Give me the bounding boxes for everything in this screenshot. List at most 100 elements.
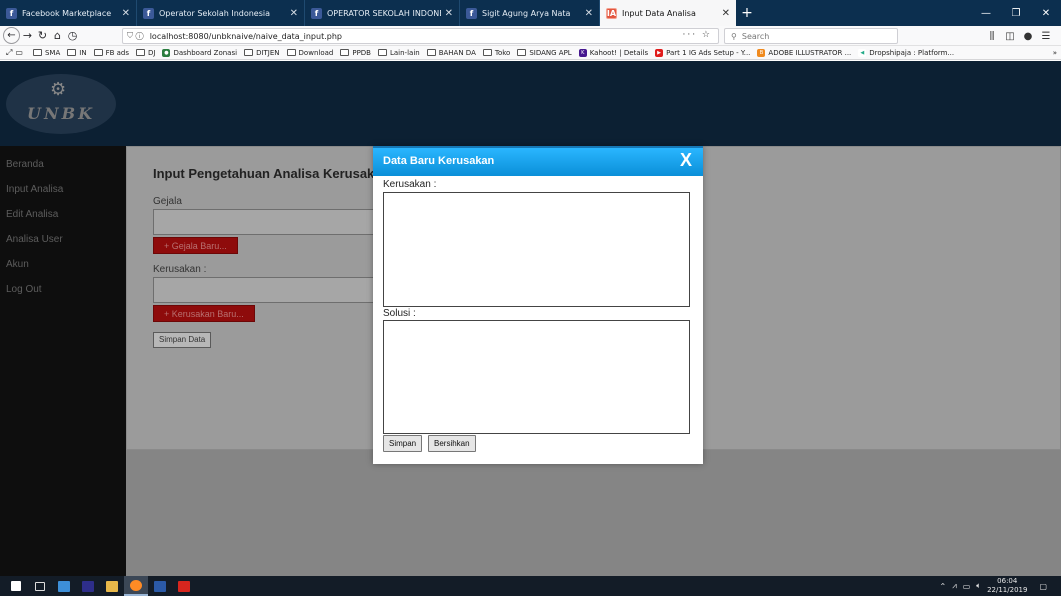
sidebar-item-input-analisa[interactable]: Input Analisa <box>0 177 126 202</box>
bookmarks-overflow-icon[interactable]: » <box>1053 49 1057 57</box>
bookmark-item[interactable]: ▶ Part 1 IG Ads Setup - Y... <box>655 48 750 57</box>
sidebar-item-log-out[interactable]: Log Out <box>0 277 126 302</box>
solusi-label: Solusi : <box>383 308 416 319</box>
browser-nav-bar: ← → ↻ ⌂ ◷ ⛉ ⓘ localhost:8080/unbknaive/n… <box>0 26 1061 46</box>
taskbar-app[interactable] <box>76 576 100 596</box>
notification-icon[interactable]: ▢ <box>1039 582 1047 591</box>
page-title: Input Pengetahuan Analisa Kerusaka <box>153 166 382 181</box>
close-tab-icon[interactable]: ✕ <box>445 8 453 19</box>
kerusakan-label: Kerusakan : <box>153 264 207 275</box>
folder-icon <box>67 49 77 56</box>
sidebar-item-akun[interactable]: Akun <box>0 252 126 277</box>
bookmark-item[interactable]: Toko <box>482 49 510 57</box>
app-icon <box>58 580 70 592</box>
minimize-icon[interactable]: — <box>971 8 1001 19</box>
close-dialog-button[interactable]: X <box>680 150 692 171</box>
folder-icon <box>244 49 254 56</box>
extension-icon[interactable]: ● <box>1019 31 1037 42</box>
save-button[interactable]: Simpan <box>383 435 423 452</box>
tab-operator-sekolah[interactable]: f Operator Sekolah Indonesia ✕ <box>137 0 305 26</box>
bookmark-item[interactable]: DJ <box>136 49 155 57</box>
menu-icon[interactable]: ☰ <box>1037 31 1055 42</box>
home-icon[interactable]: ⌂ <box>50 27 65 45</box>
history-icon[interactable]: ◷ <box>65 27 80 45</box>
restore-icon[interactable]: ❐ <box>1001 8 1031 19</box>
bookmark-item[interactable]: K Kahoot! | Details <box>578 48 648 57</box>
shield-icon: ⛉ ⓘ <box>127 31 144 40</box>
sidebar-icon[interactable]: ◫ <box>1001 31 1019 42</box>
forward-icon[interactable]: → <box>20 27 35 45</box>
bookmark-item[interactable]: Download <box>286 49 333 57</box>
tab-input-data-analisa[interactable]: IA Input Data Analisa ✕ <box>600 0 736 26</box>
windows-icon <box>11 581 21 591</box>
library-icon[interactable]: ⫼ <box>983 31 1001 42</box>
page-favicon-icon: IA <box>606 7 617 19</box>
bookmark-item[interactable]: BAHAN DA <box>426 49 476 57</box>
taskbar-app[interactable] <box>52 576 76 596</box>
start-button[interactable] <box>4 576 28 596</box>
folder-icon <box>286 49 296 56</box>
search-input[interactable]: ⚲ Search <box>724 28 898 44</box>
bookmark-item[interactable]: FB ads <box>93 49 129 57</box>
facebook-icon: f <box>143 7 154 19</box>
kerusakan-textarea[interactable] <box>383 192 690 307</box>
tab-title: Input Data Analisa <box>622 8 696 18</box>
bookmark-item[interactable]: Lain-lain <box>377 49 420 57</box>
folder-icon <box>93 49 103 56</box>
clear-button[interactable]: Bersihkan <box>428 435 476 452</box>
folder-icon <box>32 49 42 56</box>
close-window-icon[interactable]: ✕ <box>1031 8 1061 19</box>
page-background <box>126 450 1061 576</box>
sidebar-item-beranda[interactable]: Beranda <box>0 152 126 177</box>
dialog-title: Data Baru Kerusakan <box>383 155 495 167</box>
taskbar-app[interactable] <box>100 576 124 596</box>
solusi-textarea[interactable] <box>383 320 690 434</box>
taskbar-app[interactable] <box>148 576 172 596</box>
close-tab-icon[interactable]: ✕ <box>290 8 298 19</box>
back-icon[interactable]: ← <box>3 27 20 44</box>
sidebar-item-edit-analisa[interactable]: Edit Analisa <box>0 202 126 227</box>
network-icon[interactable]: ⩘ <box>952 581 957 591</box>
close-tab-icon[interactable]: ✕ <box>585 8 593 19</box>
close-tab-icon[interactable]: ✕ <box>122 8 130 19</box>
tab-operator-sekolah-2[interactable]: f OPERATOR SEKOLAH INDONE ✕ <box>305 0 460 26</box>
tab-facebook-marketplace[interactable]: f Facebook Marketplace ✕ <box>0 0 137 26</box>
taskbar-app-firefox[interactable] <box>124 576 148 596</box>
bookmark-item[interactable]: SIDANG APL <box>517 49 572 57</box>
bookmark-item[interactable]: IN <box>67 49 87 57</box>
bookmark-item[interactable]: ● Dashboard Zonasi <box>162 48 237 57</box>
kerusakan-input[interactable] <box>153 277 393 303</box>
volume-icon[interactable]: 🔈︎ <box>976 581 981 591</box>
task-view-icon <box>35 581 45 591</box>
bookmark-item[interactable]: PPDB <box>340 49 371 57</box>
windows-taskbar: ⌃ ⩘ ▭ 🔈︎ 06:04 22/11/2019 ▢ <box>0 576 1061 596</box>
bookmarks-toolbar-icon[interactable]: ⤢ ▭ <box>6 48 26 58</box>
battery-icon[interactable]: ▭ <box>963 582 971 591</box>
gear-icon: ⚙ <box>50 79 67 100</box>
search-placeholder: Search <box>741 31 770 41</box>
gejala-label: Gejala <box>153 196 182 207</box>
add-kerusakan-button[interactable]: + Kerusakan Baru... <box>153 305 255 322</box>
clock[interactable]: 06:04 22/11/2019 <box>987 577 1027 595</box>
taskbar-app[interactable] <box>172 576 196 596</box>
toolbar-right: ⫼ ◫ ● ☰ <box>983 26 1055 46</box>
bookmark-item[interactable]: SMA <box>32 49 60 57</box>
save-data-button[interactable]: Simpan Data <box>153 332 212 348</box>
reload-icon[interactable]: ↻ <box>35 27 50 45</box>
task-view-button[interactable] <box>28 576 52 596</box>
gejala-input[interactable] <box>153 209 393 235</box>
bookmark-item[interactable]: ◀ Dropshipaja : Platform... <box>858 48 954 57</box>
url-bar[interactable]: ⛉ ⓘ localhost:8080/unbknaive/naive_data_… <box>122 28 719 44</box>
close-tab-icon[interactable]: ✕ <box>722 8 730 19</box>
tab-sigit-agung[interactable]: f Sigit Agung Arya Nata ✕ <box>460 0 600 26</box>
sidebar-item-analisa-user[interactable]: Analisa User <box>0 227 126 252</box>
tab-title: OPERATOR SEKOLAH INDONE <box>327 8 441 18</box>
add-gejala-button[interactable]: + Gejala Baru... <box>153 237 238 254</box>
tab-title: Facebook Marketplace <box>22 8 112 18</box>
page-actions-icon[interactable]: ··· ☆ <box>682 30 712 40</box>
chevron-up-icon[interactable]: ⌃ <box>939 582 946 591</box>
new-tab-button[interactable]: + <box>736 0 758 26</box>
bookmark-item[interactable]: B ADOBE ILLUSTRATOR ... <box>757 48 851 57</box>
bookmark-item[interactable]: DITJEN <box>244 49 280 57</box>
folder-icon <box>426 49 436 56</box>
